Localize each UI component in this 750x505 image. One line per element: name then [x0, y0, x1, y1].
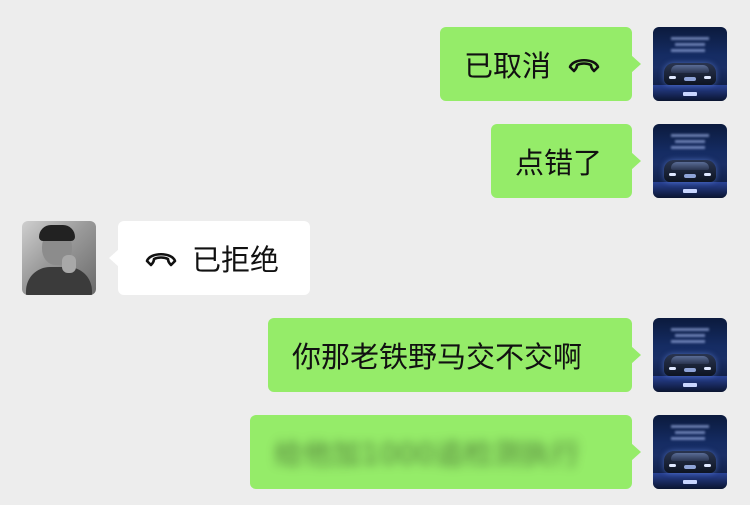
self-avatar[interactable]: [653, 27, 727, 101]
call-canceled-bubble[interactable]: 已取消: [440, 27, 641, 101]
message-row: 你那老铁野马交不交啊: [0, 318, 750, 408]
contact-avatar[interactable]: [22, 221, 96, 295]
message-bubble[interactable]: 你那老铁野马交不交啊: [268, 318, 641, 392]
message-row: 已拒绝: [0, 221, 750, 311]
message-row: 点错了: [0, 124, 750, 214]
message-text-blurred: 给他加1000追检测执行: [274, 437, 580, 471]
message-row: 已取消: [0, 27, 750, 117]
self-avatar[interactable]: [653, 318, 727, 392]
call-status-text: 已取消: [464, 49, 552, 83]
message-text: 点错了: [515, 146, 603, 180]
hangup-phone-icon: [568, 58, 600, 73]
message-text: 你那老铁野马交不交啊: [292, 340, 583, 374]
message-bubble[interactable]: 给他加1000追检测执行: [250, 415, 641, 489]
self-avatar[interactable]: [653, 415, 727, 489]
call-status-text: 已拒绝: [192, 243, 280, 277]
call-rejected-bubble[interactable]: 已拒绝: [109, 221, 310, 295]
message-row: 给他加1000追检测执行: [0, 415, 750, 505]
message-bubble[interactable]: 点错了: [491, 124, 641, 198]
self-avatar[interactable]: [653, 124, 727, 198]
hangup-phone-icon: [145, 252, 177, 267]
